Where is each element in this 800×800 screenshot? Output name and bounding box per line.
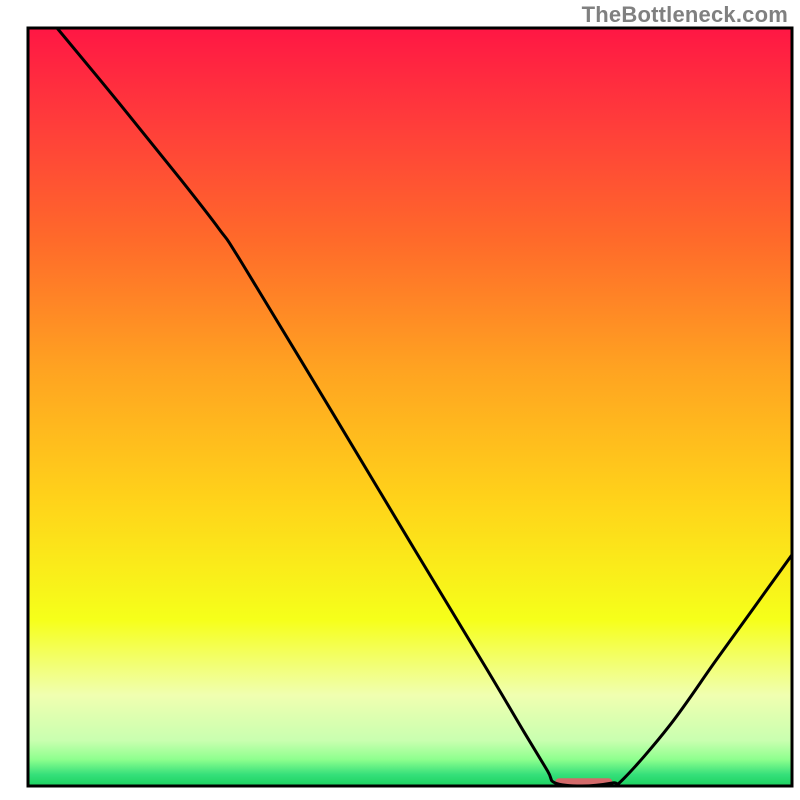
- bottleneck-chart: [0, 0, 800, 800]
- gradient-background: [28, 28, 792, 786]
- chart-container: TheBottleneck.com: [0, 0, 800, 800]
